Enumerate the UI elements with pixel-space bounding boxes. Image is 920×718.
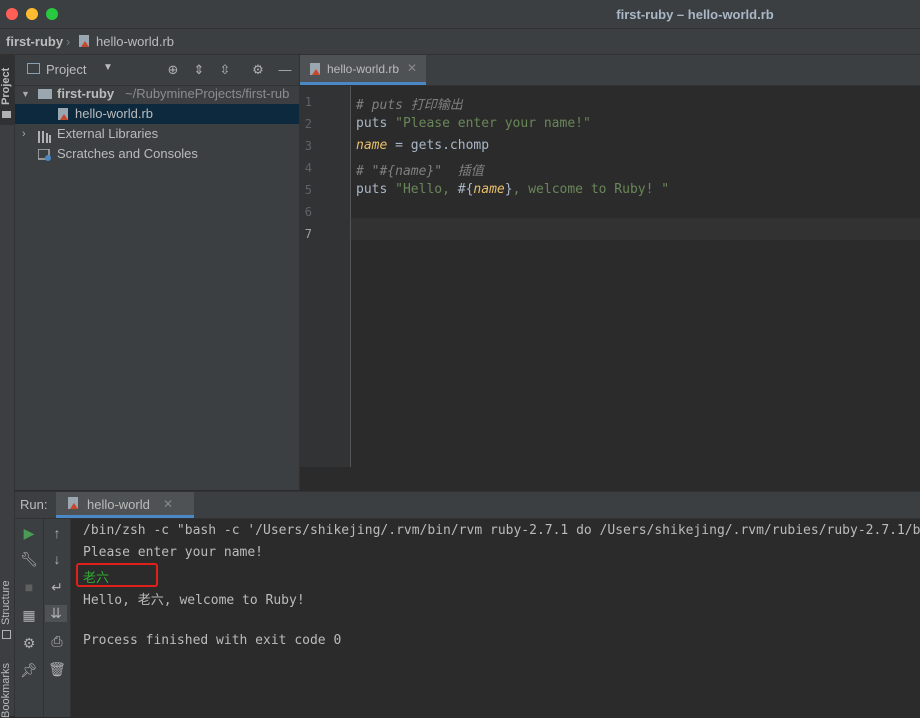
tree-root[interactable]: ▼ first-ruby ~/RubymineProjects/first-ru… (15, 84, 299, 104)
trash-icon[interactable]: 🗑︎ (43, 661, 71, 678)
project-view-title[interactable]: Project (46, 62, 86, 77)
arrow-down-icon[interactable]: ↓ (43, 551, 71, 567)
code-expression: = gets.chomp (387, 138, 490, 153)
line-number: 1 (304, 95, 312, 109)
run-tab-label: hello-world (87, 497, 150, 512)
run-tab-hello-world[interactable]: hello-world ✕ (56, 492, 194, 518)
left-tool-stripe: Project Structure Bookmarks (0, 55, 15, 718)
tree-file-hello-world[interactable]: hello-world.rb (15, 104, 299, 124)
code-keyword: puts (356, 116, 396, 131)
breadcrumb-file[interactable]: hello-world.rb (96, 34, 174, 49)
chevron-right-icon[interactable]: › (22, 124, 26, 144)
print-icon[interactable]: ⎙ (43, 633, 71, 650)
line-number: 3 (304, 139, 312, 153)
console-line: Please enter your name! (83, 545, 264, 560)
minimize-window-button[interactable] (26, 8, 38, 20)
ruby-file-icon (78, 34, 91, 51)
collapse-all-icon[interactable]: ⇳ (217, 62, 233, 78)
chevron-down-icon[interactable]: ▼ (21, 84, 30, 104)
current-line-highlight (351, 218, 920, 240)
tree-file-label: hello-world.rb (75, 106, 154, 121)
project-panel: Project ▼ ⊕ ⇕ ⇳ ⚙ — ▼ first-ruby ~/Rubym… (15, 55, 300, 490)
code-interpolation: #{ (457, 182, 474, 197)
close-tab-icon[interactable]: ✕ (407, 61, 417, 75)
line-number: 6 (304, 205, 312, 219)
code-string: "Hello, (395, 182, 458, 197)
arrow-up-icon[interactable]: ↑ (43, 525, 71, 541)
structure-tool-label[interactable]: Structure (0, 580, 12, 625)
code-string: "Please enter your name!" (395, 116, 591, 131)
project-tool-label[interactable]: Project (0, 68, 12, 105)
editor-tab-hello-world[interactable]: hello-world.rb ✕ (300, 55, 426, 85)
run-panel: Run: hello-world ✕ ▶ 🔧︎ ■ ▦ ⚙ 📌︎ ↑ ↓ ↵ ⇊… (15, 491, 920, 717)
settings-icon[interactable]: ⚙ (15, 635, 43, 652)
view-dropdown-icon[interactable]: ▼ (103, 62, 113, 73)
code-line-3[interactable]: name = gets.chomp (356, 138, 489, 153)
close-window-button[interactable] (6, 8, 18, 20)
navigation-bar: first-ruby › hello-world.rb (0, 29, 920, 55)
line-number: 2 (304, 117, 312, 131)
run-label: Run: (20, 497, 48, 512)
rerun-icon[interactable]: ▶ (15, 525, 43, 542)
expand-all-icon[interactable]: ⇕ (191, 62, 207, 78)
line-number-gutter: 1 2 3 4 5 6 7 (300, 86, 351, 467)
gear-icon[interactable]: ⚙ (250, 62, 266, 78)
ruby-run-config-icon (67, 496, 80, 513)
wrench-icon[interactable]: 🔧︎ (15, 551, 43, 568)
project-panel-header: Project ▼ ⊕ ⇕ ⇳ ⚙ — (15, 55, 299, 86)
structure-icon (2, 630, 11, 639)
tree-external-libraries-label: External Libraries (57, 126, 159, 141)
bookmarks-tool-label[interactable]: Bookmarks (0, 663, 12, 718)
input-highlight-box (76, 563, 158, 587)
code-comment: # "#{name}" 插值 (356, 164, 484, 179)
line-number-current: 7 (304, 227, 312, 241)
editor-tab-bar: hello-world.rb ✕ (300, 55, 920, 86)
breadcrumb-chevron-icon: › (66, 34, 71, 49)
soft-wrap-icon[interactable]: ↵ (43, 579, 71, 596)
code-variable: name (473, 182, 505, 197)
window-title: first-ruby – hello-world.rb (616, 7, 774, 22)
console-line: /bin/zsh -c "bash -c '/Users/shikejing/.… (83, 523, 920, 538)
project-view-icon (27, 63, 40, 74)
line-number: 5 (304, 183, 312, 197)
run-toolbar-primary: ▶ 🔧︎ ■ ▦ ⚙ 📌︎ (15, 519, 44, 717)
line-number: 4 (304, 161, 312, 175)
locate-file-icon[interactable]: ⊕ (165, 62, 181, 78)
breadcrumb-project[interactable]: first-ruby (6, 34, 63, 49)
code-variable: name (356, 138, 388, 153)
layout-icon[interactable]: ▦ (15, 607, 43, 624)
editor-tab-label: hello-world.rb (327, 62, 400, 76)
code-line-5[interactable]: puts "Hello, #{name}, welcome to Ruby! " (356, 182, 669, 197)
zoom-window-button[interactable] (46, 8, 58, 20)
hide-panel-icon[interactable]: — (277, 62, 293, 78)
close-tab-icon[interactable]: ✕ (163, 497, 173, 511)
code-string: , welcome to Ruby! " (512, 182, 670, 197)
run-panel-header: Run: hello-world ✕ (15, 492, 920, 519)
tree-scratches-label: Scratches and Consoles (57, 146, 198, 161)
editor-area: hello-world.rb ✕ 1 2 3 4 5 6 7 # puts 打印… (300, 55, 920, 490)
code-line-1[interactable]: # puts 打印输出 (356, 94, 463, 113)
code-interpolation: } (504, 182, 513, 197)
scroll-to-end-icon[interactable]: ⇊ (45, 605, 67, 622)
code-line-2[interactable]: puts "Please enter your name!" (356, 116, 591, 131)
code-line-4[interactable]: # "#{name}" 插值 (356, 160, 484, 179)
project-root-name: first-ruby (57, 86, 115, 101)
ruby-file-icon (57, 107, 70, 124)
tree-external-libraries[interactable]: › External Libraries (15, 124, 299, 144)
console-line: Hello, 老六, welcome to Ruby! (83, 593, 305, 608)
ruby-file-icon (309, 62, 322, 79)
folder-icon (2, 111, 11, 118)
scratches-icon (37, 148, 52, 164)
project-root-path: ~/RubymineProjects/first-rub (125, 86, 290, 101)
title-bar: first-ruby – hello-world.rb (0, 0, 920, 29)
tree-scratches[interactable]: Scratches and Consoles (15, 144, 299, 164)
run-toolbar-secondary: ↑ ↓ ↵ ⇊ ⎙ 🗑︎ (44, 519, 71, 717)
folder-icon (38, 89, 52, 99)
code-keyword: puts (356, 182, 396, 197)
console-line: Process finished with exit code 0 (83, 633, 342, 648)
stop-icon[interactable]: ■ (15, 579, 43, 595)
code-comment: # puts 打印输出 (356, 98, 463, 113)
libraries-icon (38, 129, 52, 144)
pin-icon[interactable]: 📌︎ (15, 662, 43, 679)
